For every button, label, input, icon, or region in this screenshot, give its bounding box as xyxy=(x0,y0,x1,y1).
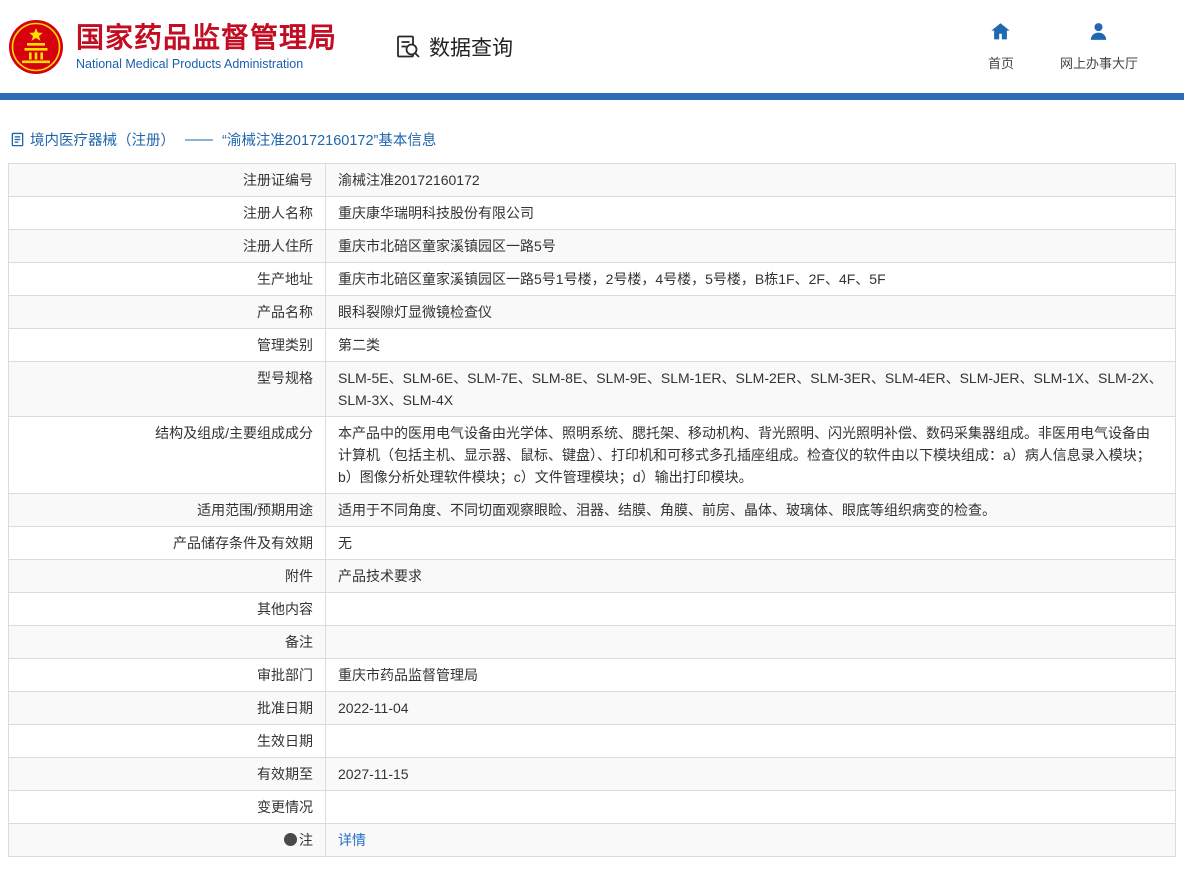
row-label: 审批部门 xyxy=(9,659,326,691)
row-label: 生效日期 xyxy=(9,725,326,757)
row-label: 批准日期 xyxy=(9,692,326,724)
row-value: 详情 xyxy=(326,824,1175,856)
table-row: 生产地址 重庆市北碚区童家溪镇园区一路5号1号楼，2号楼，4号楼，5号楼，B栋1F… xyxy=(9,263,1175,296)
row-value xyxy=(326,791,1175,823)
breadcrumb-separator: —— xyxy=(185,131,213,148)
table-row: 有效期至 2027-11-15 xyxy=(9,758,1175,791)
table-row: 批准日期 2022-11-04 xyxy=(9,692,1175,725)
row-value: 2027-11-15 xyxy=(338,766,409,782)
row-label: 管理类别 xyxy=(9,329,326,361)
breadcrumb-title: “渝械注准20172160172”基本信息 xyxy=(222,133,437,149)
nav-item-service-hall[interactable]: 网上办事大厅 xyxy=(1060,21,1138,72)
blue-divider-bar xyxy=(0,93,1184,100)
row-label: 备注 xyxy=(9,626,326,658)
org-name-cn: 国家药品监督管理局 xyxy=(76,21,338,53)
table-row: 注册人住所 重庆市北碚区童家溪镇园区一路5号 xyxy=(9,230,1175,263)
nav-item-label: 首页 xyxy=(987,56,1014,71)
row-label: 型号规格 xyxy=(9,362,326,416)
table-row: 产品储存条件及有效期无 xyxy=(9,527,1175,560)
table-row: 审批部门 重庆市药品监督管理局 xyxy=(9,659,1175,692)
row-label: 附件 xyxy=(9,560,326,592)
table-row: 变更情况 xyxy=(9,791,1175,824)
org-name-en: National Medical Products Administration xyxy=(76,57,304,72)
table-row: 其他内容 xyxy=(9,593,1175,626)
nav-item-home[interactable]: 首页 xyxy=(988,21,1014,72)
row-value: 无 xyxy=(338,535,352,551)
row-label: 注 xyxy=(9,824,326,856)
row-label: 结构及组成/主要组成成分 xyxy=(9,417,326,493)
row-value: 重庆市北碚区童家溪镇园区一路5号 xyxy=(338,238,556,254)
row-value: 重庆市药品监督管理局 xyxy=(338,667,478,683)
page-header: 国家药品监督管理局 National Medical Products Admi… xyxy=(0,0,1184,93)
row-value: SLM-5E、SLM-6E、SLM-7E、SLM-8E、SLM-9E、SLM-1… xyxy=(338,370,1163,408)
row-label: 注册人住所 xyxy=(9,230,326,262)
breadcrumb-category: 境内医疗器械（注册） xyxy=(30,133,175,149)
row-label: 注册证编号 xyxy=(9,164,326,196)
row-value: 第二类 xyxy=(338,337,380,353)
row-label: 其他内容 xyxy=(9,593,326,625)
table-row: 结构及组成/主要组成成分 本产品中的医用电气设备由光学体、照明系统、腮托架、移动机… xyxy=(9,417,1175,494)
row-value: 本产品中的医用电气设备由光学体、照明系统、腮托架、移动机构、背光照明、闪光照明补… xyxy=(338,425,1151,485)
row-label: 适用范围/预期用途 xyxy=(9,494,326,526)
table-row: 备注 xyxy=(9,626,1175,659)
table-row: 型号规格 SLM-5E、SLM-6E、SLM-7E、SLM-8E、SLM-9E、S… xyxy=(9,362,1175,417)
row-value: 重庆市北碚区童家溪镇园区一路5号1号楼，2号楼，4号楼，5号楼，B栋1F、2F、… xyxy=(338,271,886,287)
breadcrumb: 境内医疗器械（注册） —— “渝械注准20172160172”基本信息 xyxy=(0,100,1184,163)
top-nav: 首页 网上办事大厅 xyxy=(988,21,1184,72)
row-label: 注册人名称 xyxy=(9,197,326,229)
row-value: 重庆康华瑞明科技股份有限公司 xyxy=(338,205,534,221)
table-row: 注详情 xyxy=(9,824,1175,857)
table-row: 注册证编号 渝械注准20172160172 xyxy=(9,164,1175,197)
table-row: 附件 产品技术要求 xyxy=(9,560,1175,593)
detail-link[interactable]: 详情 xyxy=(338,832,366,848)
row-label: 产品储存条件及有效期 xyxy=(9,527,326,559)
org-title-block: 国家药品监督管理局 National Medical Products Admi… xyxy=(76,22,337,71)
table-row: 适用范围/预期用途 适用于不同角度、不同切面观察眼睑、泪器、结膜、角膜、前房、晶体… xyxy=(9,494,1175,527)
table-row: 生效日期 xyxy=(9,725,1175,758)
row-value: 产品技术要求 xyxy=(338,568,422,584)
data-query-icon xyxy=(395,33,422,60)
table-row: 产品名称 眼科裂隙灯显微镜检查仪 xyxy=(9,296,1175,329)
info-table: 注册证编号 渝械注准20172160172 注册人名称 重庆康华瑞明科技股份有限公司注… xyxy=(8,163,1176,857)
row-label: 产品名称 xyxy=(9,296,326,328)
nmpa-emblem-logo[interactable] xyxy=(8,19,64,75)
row-value xyxy=(326,725,1175,757)
row-label: 变更情况 xyxy=(9,791,326,823)
data-query-label: 数据查询 xyxy=(429,36,514,60)
note-icon xyxy=(284,833,297,846)
row-value: 适用于不同角度、不同切面观察眼睑、泪器、结膜、角膜、前房、晶体、玻璃体、眼底等组… xyxy=(338,502,996,518)
row-value: 2022-11-04 xyxy=(338,700,409,716)
row-value xyxy=(326,626,1175,658)
document-icon xyxy=(10,132,25,147)
user-icon xyxy=(1088,21,1109,47)
row-label: 有效期至 xyxy=(9,758,326,790)
home-icon xyxy=(990,21,1011,47)
table-row: 注册人名称 重庆康华瑞明科技股份有限公司 xyxy=(9,197,1175,230)
row-value: 眼科裂隙灯显微镜检查仪 xyxy=(338,304,492,320)
row-value xyxy=(326,593,1175,625)
nav-item-label: 网上办事大厅 xyxy=(1059,56,1138,71)
table-row: 管理类别 第二类 xyxy=(9,329,1175,362)
row-value: 渝械注准20172160172 xyxy=(338,172,480,188)
row-label: 生产地址 xyxy=(9,263,326,295)
data-query-section[interactable]: 数据查询 xyxy=(395,32,513,62)
